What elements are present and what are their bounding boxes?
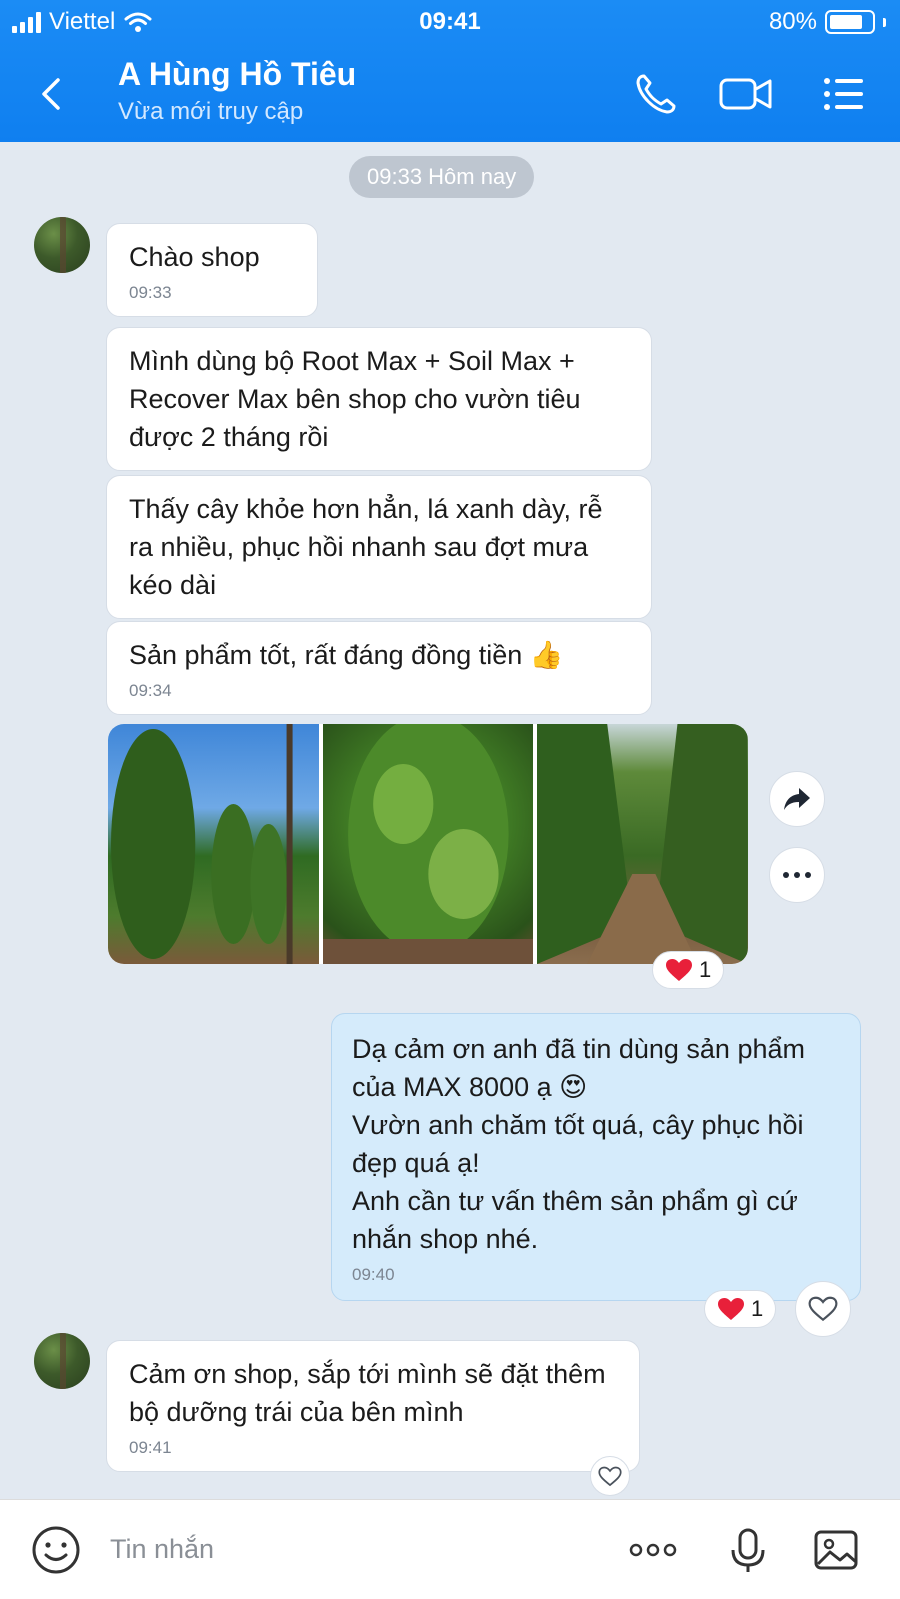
heart-outline-icon [808, 1296, 838, 1322]
message-time: 09:34 [129, 681, 172, 700]
avatar[interactable] [34, 1333, 90, 1389]
contact-name[interactable]: A Hùng Hồ Tiêu [118, 56, 356, 93]
dots-icon[interactable] [628, 1524, 678, 1576]
more-button[interactable] [769, 847, 825, 903]
message-bubble[interactable]: Cảm ơn shop, sắp tới mình sẽ đặt thêm bộ… [106, 1340, 640, 1472]
photo-grid[interactable] [108, 724, 748, 964]
reaction-badge[interactable]: 1 [704, 1290, 777, 1328]
status-time: 09:41 [419, 8, 481, 35]
pepper-row-photo[interactable] [537, 724, 748, 964]
message-time: 09:33 [129, 283, 172, 302]
message-line: của MAX 8000 ạ 😍 [352, 1072, 588, 1102]
pepper-garden-photo[interactable] [108, 724, 319, 964]
emoji-icon[interactable] [30, 1524, 82, 1576]
reaction-badge[interactable]: 1 [652, 951, 725, 989]
more-icon [783, 872, 811, 878]
message-line: Anh cần tư vấn thêm sản phẩm gì cứ [352, 1186, 798, 1216]
pepper-vine-photo[interactable] [322, 724, 534, 964]
message-text: Mình dùng bộ Root Max + Soil Max + Recov… [129, 346, 581, 452]
heart-outline-icon [598, 1466, 622, 1486]
message-input-bar: Tin nhắn [0, 1499, 900, 1599]
message-time: 09:41 [129, 1438, 172, 1457]
react-button[interactable] [795, 1281, 851, 1337]
message-input[interactable]: Tin nhắn [110, 1534, 214, 1565]
message-line: Vườn anh chăm tốt quá, cây phục hồi [352, 1110, 804, 1140]
share-icon [784, 788, 810, 810]
message-time: 09:40 [352, 1265, 395, 1284]
status-bar: Viettel 09:41 80% [0, 0, 900, 44]
gallery-icon[interactable] [810, 1524, 862, 1576]
battery-percent: 80% [768, 8, 817, 35]
chat-header: Viettel 09:41 80% A Hùng Hồ Tiêu Vừa mới… [0, 0, 900, 142]
heart-icon [718, 1298, 744, 1320]
video-icon[interactable] [718, 70, 774, 118]
date-chip: 09:33 Hôm nay [349, 156, 535, 198]
message-text: Cảm ơn shop, sắp tới mình sẽ đặt thêm bộ… [129, 1359, 606, 1427]
message-bubble[interactable]: Thấy cây khỏe hơn hẳn, lá xanh dày, rễ r… [106, 475, 652, 619]
share-button[interactable] [769, 771, 825, 827]
heart-icon [666, 959, 692, 981]
reaction-count: 1 [751, 1296, 764, 1321]
message-line: Dạ cảm ơn anh đã tin dùng sản phẩm [352, 1034, 805, 1064]
presence-status: Vừa mới truy cập [118, 98, 304, 125]
avatar[interactable] [34, 217, 90, 273]
battery-group: 80% [769, 8, 886, 36]
menu-list-icon[interactable] [820, 70, 868, 118]
mic-icon[interactable] [722, 1524, 774, 1576]
message-bubble[interactable]: Sản phẩm tốt, rất đáng đồng tiền 👍 09:34 [106, 621, 652, 715]
message-bubble[interactable]: Mình dùng bộ Root Max + Soil Max + Recov… [106, 327, 652, 471]
message-text: Sản phẩm tốt, rất đáng đồng tiền 👍 [129, 640, 564, 670]
message-bubble-outgoing[interactable]: Dạ cảm ơn anh đã tin dùng sản phẩm của M… [331, 1013, 861, 1301]
message-text: Thấy cây khỏe hơn hẳn, lá xanh dày, rễ r… [129, 494, 603, 600]
battery-icon [825, 10, 875, 34]
nav-bar: A Hùng Hồ Tiêu Vừa mới truy cập [0, 50, 900, 140]
message-line: đẹp quá ạ! [352, 1148, 480, 1178]
message-text: Chào shop [129, 242, 260, 272]
message-line: nhắn shop nhé. [352, 1224, 539, 1254]
back-icon[interactable] [30, 72, 74, 116]
react-button[interactable] [590, 1456, 630, 1496]
message-bubble[interactable]: Chào shop 09:33 [106, 223, 318, 317]
phone-icon[interactable] [632, 70, 680, 118]
reaction-count: 1 [699, 957, 712, 982]
